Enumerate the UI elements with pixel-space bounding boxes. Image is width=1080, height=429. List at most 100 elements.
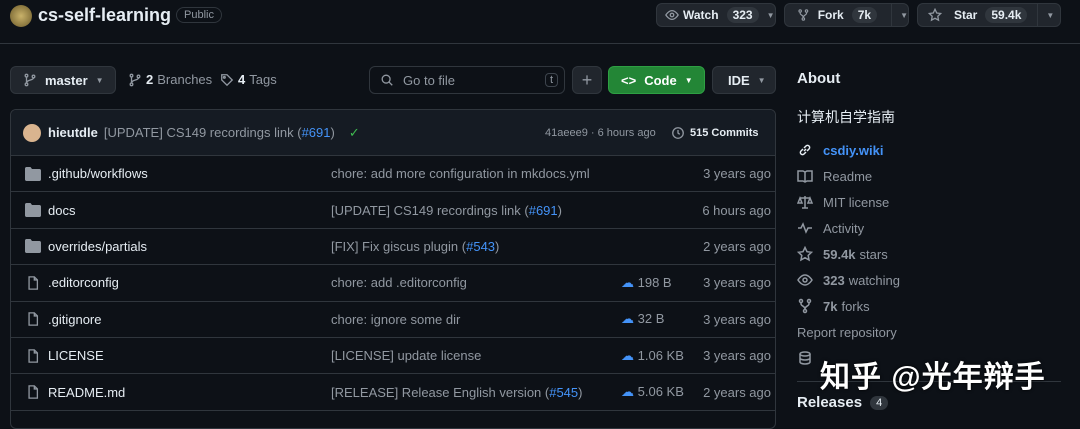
commit-pr-link[interactable]: #691 [302, 125, 331, 140]
check-icon[interactable]: ✓ [349, 125, 360, 141]
branches-count: 2 [146, 72, 154, 87]
commit-message[interactable]: [UPDATE] CS149 recordings link (#691) [104, 125, 335, 140]
file-name[interactable]: overrides/partials [48, 239, 147, 254]
file-row[interactable]: .gitignore chore: ignore some dir ☁ 32 B 3 … [11, 302, 775, 338]
file-name[interactable]: .gitignore [48, 312, 101, 327]
tags-label: Tags [249, 72, 277, 87]
file-row[interactable]: .editorconfig chore: add .editorconfig ☁ 1… [11, 265, 775, 302]
file-commit-message[interactable]: chore: add more configuration in mkdocs.… [331, 166, 590, 181]
license-link[interactable]: MIT license [797, 189, 1067, 215]
folder-icon [25, 203, 41, 218]
file-commit-message[interactable]: [FIX] Fix giscus plugin (#543) [331, 239, 499, 254]
readme-link[interactable]: Readme [797, 163, 1067, 189]
file-size[interactable]: ☁ 198 B [621, 275, 672, 291]
chevron-down-icon: ▼ [95, 75, 104, 85]
repo-avatar [10, 5, 32, 27]
size-text: 198 B [637, 274, 672, 290]
search-icon [381, 74, 393, 86]
tags-link[interactable]: 4 Tags [220, 72, 277, 87]
file-commit-message[interactable]: [LICENSE] update license [331, 348, 481, 363]
file-row[interactable]: overrides/partials [FIX] Fix giscus plugi… [11, 229, 775, 266]
releases-count: 4 [870, 395, 889, 410]
forks-label: forks [841, 298, 870, 314]
report-repository-link[interactable]: Report repository [797, 319, 1067, 345]
commit-message-end: ) [330, 125, 335, 140]
star-label: Star [954, 8, 978, 22]
add-file-button[interactable]: + [572, 66, 602, 94]
branches-link[interactable]: 2 Branches [128, 72, 212, 87]
file-age: 3 years ago [703, 348, 771, 364]
chevron-down-icon: ▼ [684, 75, 693, 85]
about-description: 计算机自学指南 [797, 109, 895, 125]
readme-label: Readme [823, 168, 873, 184]
forks-link[interactable]: 7k forks [797, 293, 1067, 319]
file-commit-message[interactable]: chore: add .editorconfig [331, 275, 467, 290]
branch-select[interactable]: master ▼ [10, 66, 116, 94]
activity-link[interactable]: Activity [797, 215, 1067, 241]
file-commit-message[interactable]: [RELEASE] Release English version (#545) [331, 385, 582, 400]
go-to-file-input[interactable]: Go to file t [369, 66, 565, 94]
file-size[interactable]: ☁ 32 B [621, 311, 664, 327]
chevron-down-icon: ▼ [757, 75, 766, 85]
file-icon [28, 312, 39, 327]
file-name[interactable]: LICENSE [48, 348, 104, 363]
file-name[interactable]: README.md [48, 385, 125, 400]
commit-author[interactable]: hieutdle [48, 125, 98, 140]
pr-link[interactable]: #691 [529, 203, 558, 218]
folder-icon [25, 239, 41, 254]
commits-link[interactable]: 515 Commits [671, 126, 758, 140]
file-commit-message[interactable]: chore: ignore some dir [331, 312, 460, 327]
releases-heading[interactable]: Releases 4 [797, 394, 1067, 411]
eye-icon [797, 274, 813, 286]
file-name[interactable]: .github/workflows [48, 166, 148, 181]
stars-link[interactable]: 59.4k stars [797, 241, 1067, 267]
chevron-down-icon[interactable]: ▼ [1046, 11, 1054, 20]
file-name[interactable]: .editorconfig [48, 275, 119, 290]
code-icon: <> [621, 72, 637, 88]
repo-name[interactable]: cs-self-learning [38, 5, 171, 26]
watching-link[interactable]: 323 watching [797, 267, 1067, 293]
file-name[interactable]: docs [48, 203, 75, 218]
website-link[interactable]: csdiy.wiki [797, 137, 1067, 163]
paren: ) [557, 202, 562, 218]
pr-link[interactable]: #545 [549, 385, 578, 400]
file-row[interactable]: README.md [RELEASE] Release English versi… [11, 374, 775, 411]
about-title: About [797, 70, 841, 87]
pr-link[interactable]: #543 [466, 239, 495, 254]
file-age: 2 years ago [703, 238, 771, 254]
star-count: 59.4k [985, 7, 1028, 23]
file-row[interactable]: LICENSE [LICENSE] update license ☁ 1.06 KB… [11, 338, 775, 375]
file-row[interactable]: docs [UPDATE] CS149 recordings link (#691… [11, 192, 775, 229]
file-size[interactable]: ☁ 1.06 KB [621, 348, 684, 364]
shortcut-key: t [544, 73, 558, 87]
link-icon [799, 144, 811, 156]
code-button[interactable]: <> Code ▼ [608, 66, 705, 94]
releases-label: Releases [797, 394, 863, 411]
watch-button[interactable]: Watch 323 ▼ [656, 3, 776, 27]
fork-button[interactable]: Fork 7k ▼ [784, 3, 909, 27]
forks-count: 7k [823, 298, 838, 314]
file-table: hieutdle [UPDATE] CS149 recordings link … [10, 109, 776, 429]
file-age: 6 hours ago [702, 202, 771, 218]
download-icon: ☁ [621, 311, 634, 327]
stars-count: 59.4k [823, 246, 856, 262]
watching-count: 323 [823, 272, 845, 288]
latest-commit-bar: hieutdle [UPDATE] CS149 recordings link … [11, 110, 775, 156]
file-size[interactable]: ☁ 5.06 KB [621, 384, 684, 400]
chevron-down-icon[interactable]: ▼ [900, 11, 908, 20]
license-label: MIT license [823, 194, 890, 210]
fork-count: 7k [851, 7, 878, 23]
file-commit-message[interactable]: [UPDATE] CS149 recordings link (#691) [331, 203, 562, 218]
ide-button[interactable]: IDE ▼ [712, 66, 776, 94]
size-text: 32 B [637, 311, 665, 327]
history-icon [672, 126, 684, 139]
folder-icon [25, 166, 41, 181]
file-row[interactable]: .github/workflows chore: add more configu… [11, 156, 775, 193]
star-button[interactable]: Star 59.4k ▼ [917, 3, 1061, 27]
download-icon: ☁ [621, 384, 634, 400]
fork-icon [798, 9, 809, 21]
message-text: [LICENSE] update license [331, 348, 482, 364]
commit-hash-time[interactable]: 41aeee9 · 6 hours ago [545, 127, 656, 139]
message-text: chore: ignore some dir [331, 311, 461, 327]
file-age: 3 years ago [703, 275, 771, 291]
